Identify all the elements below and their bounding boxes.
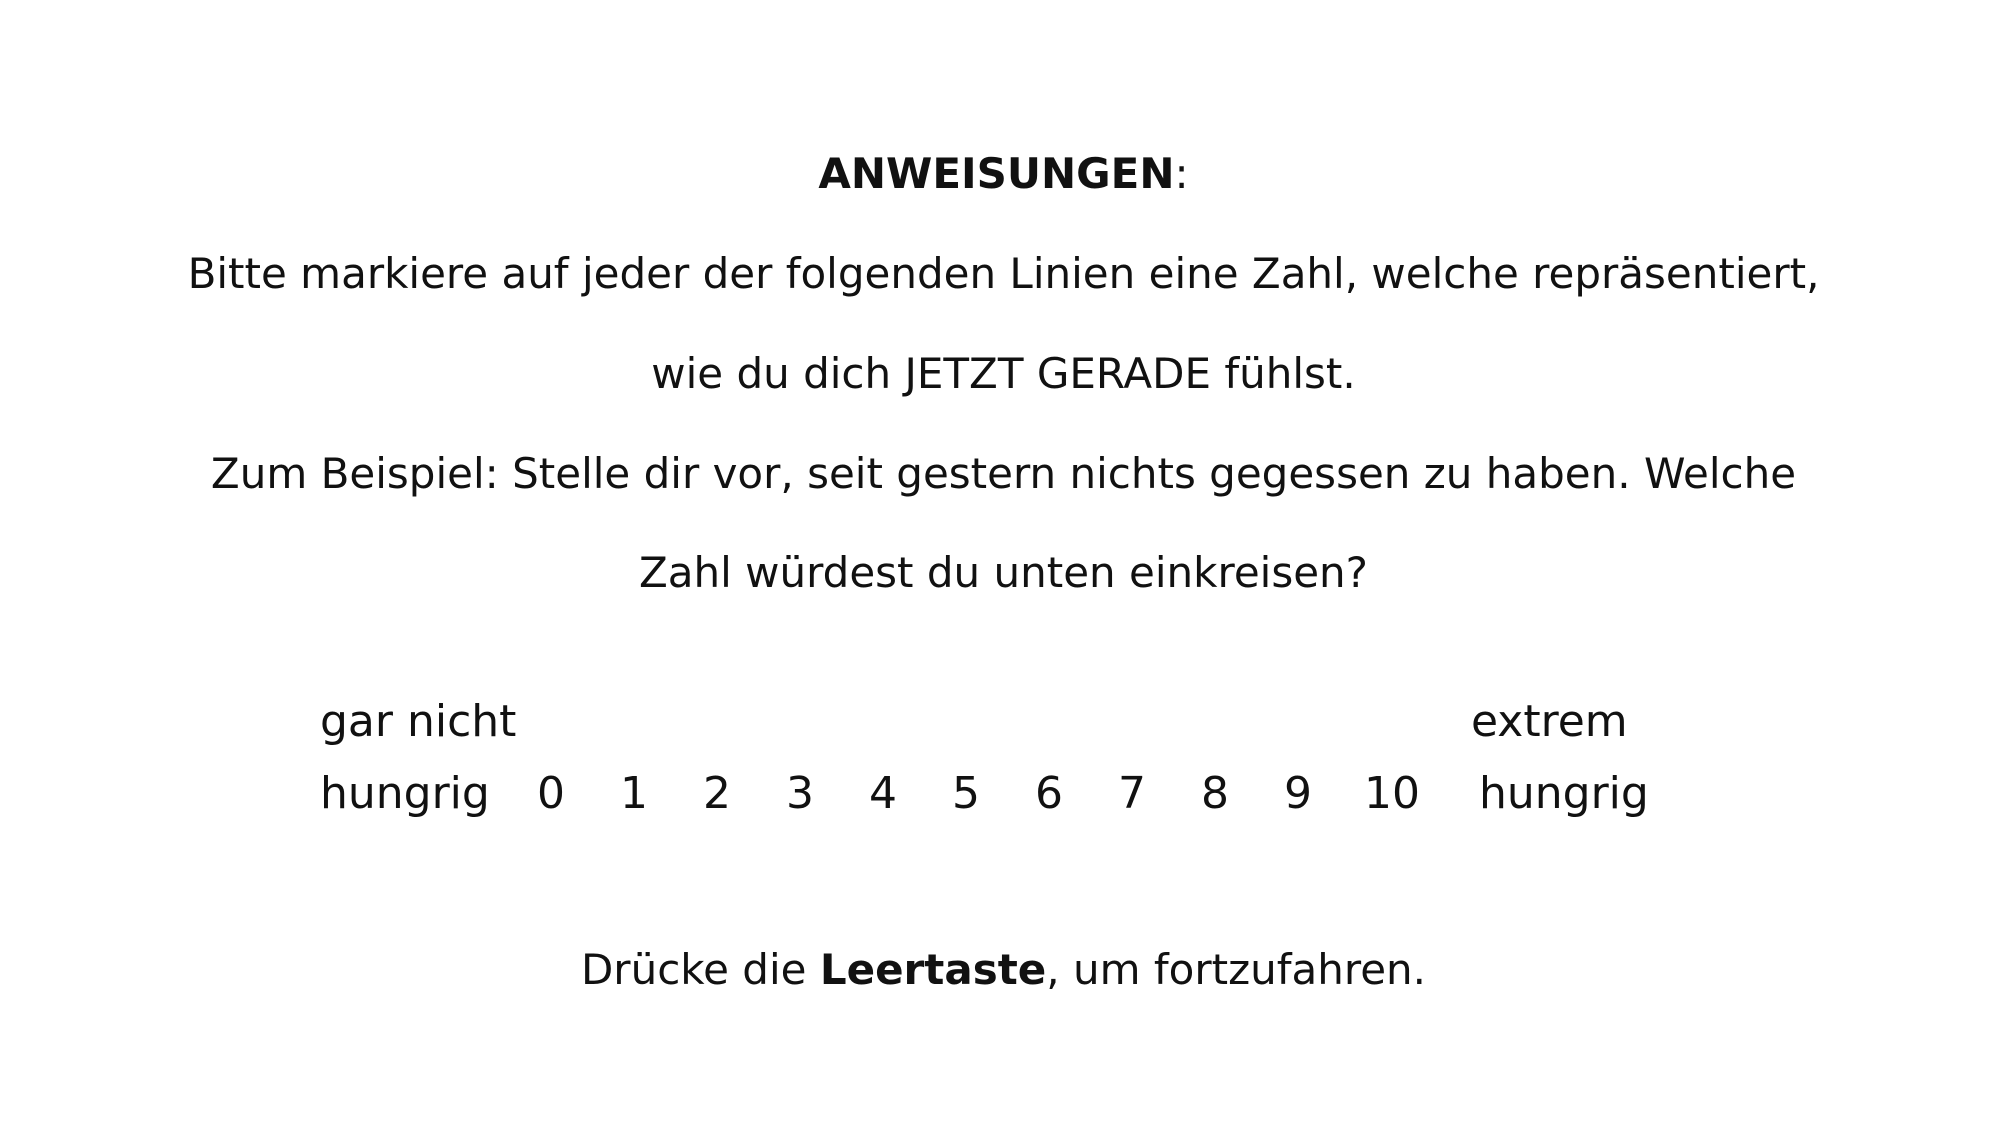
instruction-line-4: Zahl würdest du unten einkreisen?: [639, 548, 1368, 597]
continue-prompt: Drücke die Leertaste, um fortzufahren.: [0, 940, 2007, 1000]
scale-left-label-bottom: hungrig: [320, 768, 490, 819]
heading-bold-text: ANWEISUNGEN: [818, 149, 1175, 198]
space-key-label: Leertaste: [819, 945, 1047, 994]
scale-number-10: 10: [1364, 768, 1420, 819]
scale-number-7: 7: [1118, 768, 1146, 819]
continue-suffix: , um fortzufahren.: [1046, 945, 1427, 994]
scale-number-6: 6: [1035, 768, 1063, 819]
instruction-line-1: Bitte markiere auf jeder der folgenden L…: [187, 249, 1820, 298]
scale-number-3: 3: [786, 768, 814, 819]
scale-number-4: 4: [869, 768, 897, 819]
scale-left-label-top: gar nicht: [320, 696, 517, 747]
scale-number-0: 0: [537, 768, 565, 819]
scale-number-1: 1: [620, 768, 648, 819]
scale-right-label-top: extrem: [1471, 696, 1628, 747]
scale-number-2: 2: [703, 768, 731, 819]
instruction-screen: ANWEISUNGEN: Bitte markiere auf jeder de…: [0, 0, 2007, 1130]
instruction-line-2: wie du dich JETZT GERADE fühlst.: [651, 349, 1356, 398]
scale-number-9: 9: [1284, 768, 1312, 819]
instruction-line-3: Zum Beispiel: Stelle dir vor, seit geste…: [210, 449, 1797, 498]
scale-right-label-bottom: hungrig: [1479, 768, 1649, 819]
heading-colon: :: [1174, 149, 1189, 198]
scale-number-5: 5: [952, 768, 980, 819]
instructions-heading: ANWEISUNGEN:: [0, 144, 2007, 204]
continue-prefix: Drücke die: [580, 945, 820, 994]
scale-number-8: 8: [1201, 768, 1229, 819]
